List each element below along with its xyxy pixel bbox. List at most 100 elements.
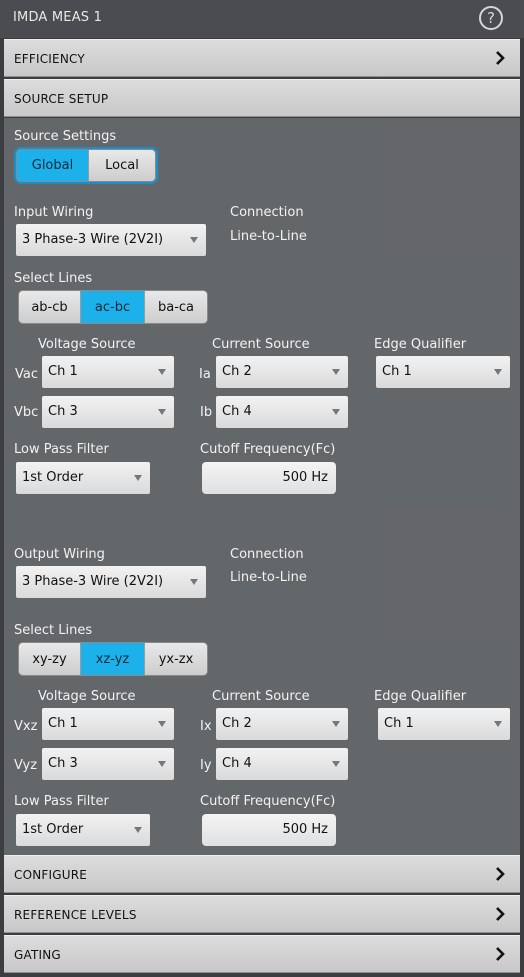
- input-i2-value: Ch 4: [222, 404, 252, 419]
- output-connection-label: Connection: [230, 547, 304, 562]
- chevron-down-icon: [134, 827, 142, 833]
- input-cutoff-label: Cutoff Frequency(Fc): [200, 442, 336, 457]
- chevron-right-icon: [496, 51, 505, 65]
- output-v2-dropdown[interactable]: Ch 3: [42, 748, 174, 780]
- input-select-lines-toggle: ab-cb ac-bc ba-ca: [18, 290, 208, 324]
- input-lpf-label: Low Pass Filter: [14, 442, 109, 457]
- input-v2-dropdown[interactable]: Ch 3: [42, 396, 174, 428]
- input-lpf-dropdown[interactable]: 1st Order: [16, 462, 150, 494]
- output-edge-value: Ch 1: [384, 716, 414, 731]
- output-select-lines-toggle: xy-zy xz-yz yx-zx: [18, 642, 208, 676]
- input-v1-dropdown[interactable]: Ch 1: [42, 356, 174, 388]
- input-wiring-dropdown[interactable]: 3 Phase-3 Wire (2V2I): [16, 224, 206, 256]
- chevron-right-icon: [496, 867, 505, 881]
- input-edge-qualifier-label: Edge Qualifier: [374, 337, 467, 352]
- title-bar: IMDA MEAS 1 ?: [0, 0, 524, 38]
- output-connection-value: Line-to-Line: [230, 570, 307, 585]
- output-wiring-dropdown[interactable]: 3 Phase-3 Wire (2V2I): [16, 566, 206, 598]
- output-i2-label: Iy: [200, 758, 212, 773]
- chevron-down-icon: [190, 237, 198, 243]
- input-wiring-value: 3 Phase-3 Wire (2V2I): [22, 232, 164, 247]
- output-cutoff-field[interactable]: 500 Hz: [202, 814, 336, 846]
- output-line-xz-yz[interactable]: xz-yz: [81, 643, 145, 675]
- chevron-down-icon: [190, 579, 198, 585]
- input-i1-dropdown[interactable]: Ch 2: [216, 356, 348, 388]
- output-edge-qualifier-dropdown[interactable]: Ch 1: [378, 708, 510, 740]
- output-lpf-dropdown[interactable]: 1st Order: [16, 814, 150, 846]
- input-v2-label: Vbc: [14, 405, 39, 420]
- input-edge-value: Ch 1: [382, 364, 412, 379]
- section-gating-label: GATING: [14, 948, 61, 962]
- output-voltage-source-label: Voltage Source: [38, 689, 136, 704]
- section-reference-levels[interactable]: REFERENCE LEVELS: [4, 895, 520, 933]
- output-v1-label: Vxz: [14, 719, 38, 734]
- section-configure[interactable]: CONFIGURE: [4, 855, 520, 893]
- output-select-lines-label: Select Lines: [14, 623, 93, 638]
- input-v1-value: Ch 1: [48, 364, 78, 379]
- output-line-xy-zy[interactable]: xy-zy: [19, 643, 81, 675]
- chevron-down-icon: [332, 409, 340, 415]
- chevron-down-icon: [332, 369, 340, 375]
- input-line-ac-bc[interactable]: ac-bc: [81, 291, 145, 323]
- input-i2-dropdown[interactable]: Ch 4: [216, 396, 348, 428]
- output-v2-value: Ch 3: [48, 756, 78, 771]
- input-i1-label: Ia: [199, 367, 211, 382]
- chevron-down-icon: [332, 761, 340, 767]
- output-line-yx-zx[interactable]: yx-zx: [145, 643, 207, 675]
- help-icon[interactable]: ?: [479, 6, 503, 30]
- input-line-ba-ca[interactable]: ba-ca: [145, 291, 207, 323]
- input-i1-value: Ch 2: [222, 364, 252, 379]
- chevron-down-icon: [158, 761, 166, 767]
- output-cutoff-label: Cutoff Frequency(Fc): [200, 794, 336, 809]
- source-setup-body: Source Settings Global Local Input Wirin…: [4, 118, 520, 855]
- chevron-down-icon: [494, 721, 502, 727]
- chevron-down-icon: [158, 409, 166, 415]
- output-i1-dropdown[interactable]: Ch 2: [216, 708, 348, 740]
- source-settings-label: Source Settings: [14, 129, 117, 144]
- input-select-lines-label: Select Lines: [14, 271, 93, 286]
- input-cutoff-value: 500 Hz: [282, 470, 328, 485]
- output-i2-value: Ch 4: [222, 756, 252, 771]
- section-efficiency[interactable]: EFFICIENCY: [4, 39, 520, 77]
- chevron-right-icon: [496, 947, 505, 961]
- output-v1-dropdown[interactable]: Ch 1: [42, 708, 174, 740]
- output-cutoff-value: 500 Hz: [282, 822, 328, 837]
- input-v2-value: Ch 3: [48, 404, 78, 419]
- section-gating[interactable]: GATING: [4, 935, 520, 973]
- output-current-source-label: Current Source: [212, 689, 310, 704]
- source-local-button[interactable]: Local: [89, 150, 155, 181]
- output-v1-value: Ch 1: [48, 716, 78, 731]
- measurement-panel: IMDA MEAS 1 ? EFFICIENCY SOURCE SETUP So…: [0, 0, 524, 977]
- chevron-right-icon: [496, 907, 505, 921]
- input-i2-label: Ib: [200, 405, 213, 420]
- output-edge-qualifier-label: Edge Qualifier: [374, 689, 467, 704]
- output-v2-label: Vyz: [14, 758, 38, 773]
- output-wiring-value: 3 Phase-3 Wire (2V2I): [22, 574, 164, 589]
- input-wiring-label: Input Wiring: [14, 205, 94, 220]
- chevron-down-icon: [134, 475, 142, 481]
- section-source-setup[interactable]: SOURCE SETUP: [4, 79, 520, 117]
- output-i2-dropdown[interactable]: Ch 4: [216, 748, 348, 780]
- input-edge-qualifier-dropdown[interactable]: Ch 1: [376, 356, 510, 388]
- input-line-ab-cb[interactable]: ab-cb: [19, 291, 81, 323]
- chevron-down-icon: [158, 369, 166, 375]
- input-connection-label: Connection: [230, 205, 304, 220]
- input-current-source-label: Current Source: [212, 337, 310, 352]
- input-lpf-value: 1st Order: [22, 470, 84, 485]
- output-lpf-label: Low Pass Filter: [14, 794, 109, 809]
- input-connection-value: Line-to-Line: [230, 229, 307, 244]
- section-efficiency-label: EFFICIENCY: [14, 52, 85, 66]
- source-global-button[interactable]: Global: [17, 150, 89, 181]
- output-wiring-label: Output Wiring: [14, 547, 105, 562]
- output-i1-value: Ch 2: [222, 716, 252, 731]
- section-reference-levels-label: REFERENCE LEVELS: [14, 908, 137, 922]
- input-cutoff-field[interactable]: 500 Hz: [202, 462, 336, 494]
- chevron-down-icon: [332, 721, 340, 727]
- source-settings-toggle: Global Local: [16, 149, 156, 182]
- chevron-down-icon: [158, 721, 166, 727]
- section-source-setup-label: SOURCE SETUP: [14, 92, 109, 106]
- section-configure-label: CONFIGURE: [14, 868, 88, 882]
- output-lpf-value: 1st Order: [22, 822, 84, 837]
- output-i1-label: Ix: [200, 719, 212, 734]
- input-v1-label: Vac: [15, 367, 38, 382]
